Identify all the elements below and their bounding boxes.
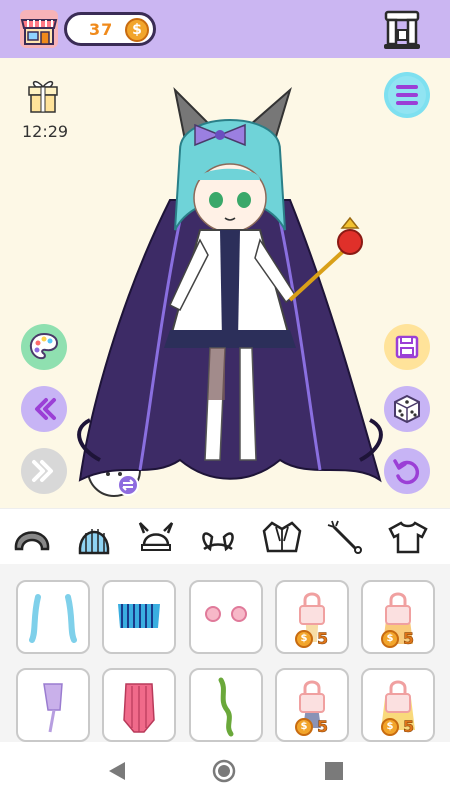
pink-buns-icon <box>205 606 247 622</box>
item-hair-blue-back[interactable] <box>102 580 176 654</box>
item-price: $5 <box>295 717 328 736</box>
jacket-icon[interactable] <box>262 519 302 555</box>
shop-icon[interactable] <box>18 8 60 50</box>
item-locked-5[interactable]: $5 <box>361 580 435 654</box>
hair-back-icon[interactable] <box>74 519 114 555</box>
item-locked-4[interactable]: $5 <box>275 580 349 654</box>
coffee-machine-icon[interactable] <box>380 8 424 52</box>
home-icon[interactable] <box>212 759 236 783</box>
item-hair-pink-long[interactable] <box>102 668 176 742</box>
hair-pink-long-icon <box>123 683 155 733</box>
braid-green-icon <box>218 677 234 737</box>
hair-base-icon[interactable] <box>12 519 52 555</box>
item-bangs-blue[interactable] <box>16 580 90 654</box>
system-nav-bar <box>0 742 450 800</box>
item-price: $5 <box>295 629 328 648</box>
magic-wand-icon[interactable] <box>326 519 366 555</box>
items-grid: $5 $5 $5 $5 <box>0 564 450 742</box>
item-hair-pink-buns[interactable] <box>189 580 263 654</box>
coin-balance[interactable]: 37 $ <box>64 12 156 46</box>
item-price: $5 <box>381 629 414 648</box>
item-braid-green[interactable] <box>189 668 263 742</box>
back-icon[interactable] <box>105 759 129 783</box>
braid-lavender-icon <box>43 683 63 733</box>
bangs-blue-icon <box>29 594 77 643</box>
gift-icon[interactable] <box>26 78 60 114</box>
recents-icon[interactable] <box>322 759 346 783</box>
bunny-ears-icon[interactable] <box>198 519 238 555</box>
item-braid-lavender[interactable] <box>16 668 90 742</box>
helmet-icon[interactable] <box>136 519 176 555</box>
tshirt-icon[interactable] <box>388 519 428 555</box>
item-locked-9[interactable]: $5 <box>275 668 349 742</box>
top-bar: 37 $ <box>0 0 450 58</box>
hair-blue-back-icon <box>118 604 160 628</box>
coin-icon: $ <box>295 629 313 648</box>
item-locked-10[interactable]: $5 <box>361 668 435 742</box>
item-price: $5 <box>381 717 414 736</box>
coin-icon: $ <box>125 18 149 42</box>
character-avatar[interactable] <box>60 80 400 500</box>
category-bar <box>0 508 450 564</box>
coin-icon: $ <box>295 717 313 736</box>
coin-amount: 37 <box>89 20 114 39</box>
coin-icon: $ <box>381 717 399 736</box>
coin-icon: $ <box>381 629 399 648</box>
